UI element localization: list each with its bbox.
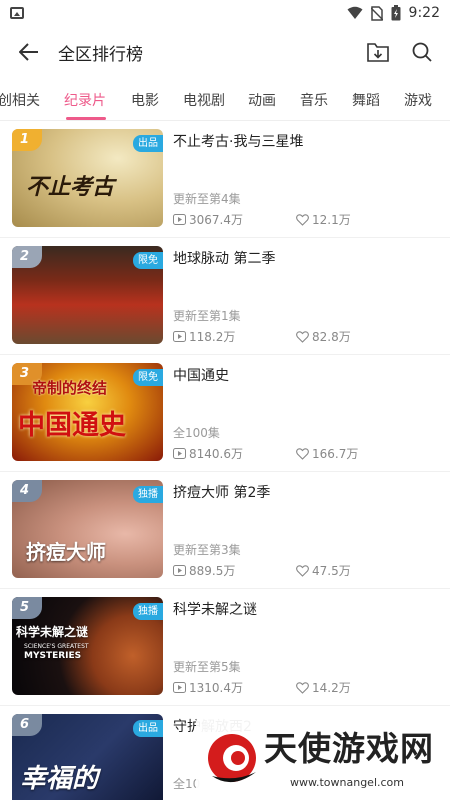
category-tabs: 创相关 纪录片 电影 电视剧 动画 音乐 舞蹈 游戏 — [0, 84, 450, 120]
thumbnail-caption: 幸福的 — [20, 764, 99, 794]
view-count-value: 1310.4万 — [189, 681, 243, 695]
list-item[interactable]: 5 独播 科学未解之谜 SCIENCE'S GREATEST MYSTERIES… — [0, 589, 450, 706]
like-count: 12.1万 — [296, 211, 351, 228]
thumbnail: 4 独播 挤痘大师 — [12, 480, 163, 578]
status-badge: 限免 — [133, 369, 163, 386]
wifi-icon — [347, 6, 363, 19]
like-count-value: 47.5万 — [312, 564, 351, 578]
like-count: 82.8万 — [296, 328, 351, 345]
download-button[interactable] — [356, 30, 400, 74]
view-count: 1310.4万 — [173, 679, 243, 696]
heart-icon — [296, 330, 309, 343]
thumbnail-subcaption: MYSTERIES — [24, 651, 82, 661]
heart-icon — [296, 681, 309, 694]
thumbnail: 6 出品 幸福的 — [12, 714, 163, 800]
view-count-value: 118.2万 — [189, 330, 236, 344]
page-title: 全区排行榜 — [58, 44, 143, 65]
view-count: 3067.4万 — [173, 211, 243, 228]
status-badge: 出品 — [133, 135, 163, 152]
tab-documentary[interactable]: 纪录片 — [64, 90, 106, 110]
search-icon — [412, 42, 432, 62]
thumbnail-caption: 科学未解之谜 — [16, 625, 89, 639]
heart-icon — [296, 447, 309, 460]
view-count-value: 889.5万 — [189, 564, 236, 578]
thumbnail-caption: 中国通史 — [18, 410, 126, 441]
item-title: 地球脉动 第二季 — [173, 251, 276, 267]
item-title: 不止考古·我与三星堆 — [173, 134, 304, 150]
watermark: 天使游戏网 www.townangel.com — [196, 716, 450, 800]
rank-badge: 1 — [12, 129, 42, 151]
update-status: 全100集 — [173, 426, 220, 440]
watermark-url: www.townangel.com — [290, 776, 404, 789]
thumbnail: 2 限免 — [12, 246, 163, 344]
image-icon — [10, 7, 24, 19]
rank-badge: 4 — [12, 480, 42, 502]
thumbnail-caption: 不止考古 — [26, 175, 115, 200]
update-status: 更新至第3集 — [173, 543, 241, 557]
status-badge: 独播 — [133, 603, 163, 620]
status-badge: 限免 — [133, 252, 163, 269]
rank-badge: 2 — [12, 246, 42, 268]
like-count-value: 166.7万 — [312, 447, 359, 461]
search-button[interactable] — [400, 30, 444, 74]
rank-badge: 6 — [12, 714, 42, 736]
view-count-value: 3067.4万 — [189, 213, 243, 227]
thumbnail-subcaption: SCIENCE'S GREATEST — [24, 643, 89, 650]
like-count: 47.5万 — [296, 562, 351, 579]
status-badge: 出品 — [133, 720, 163, 737]
header: 全区排行榜 — [0, 30, 450, 74]
list-item[interactable]: 4 独播 挤痘大师 挤痘大师 第2季 更新至第3集 889.5万 47.5万 — [0, 472, 450, 589]
thumbnail-subcaption: 帝制的终结 — [32, 379, 108, 397]
item-title: 中国通史 — [173, 368, 229, 384]
tab-tv[interactable]: 电视剧 — [183, 90, 225, 110]
tab-movie[interactable]: 电影 — [131, 90, 159, 110]
thumbnail: 3 限免 帝制的终结 中国通史 — [12, 363, 163, 461]
item-title: 科学未解之谜 — [173, 602, 257, 618]
play-icon — [173, 682, 186, 693]
status-badge: 独播 — [133, 486, 163, 503]
play-icon — [173, 448, 186, 459]
rank-badge: 5 — [12, 597, 42, 619]
list-item[interactable]: 3 限免 帝制的终结 中国通史 中国通史 全100集 8140.6万 166.7… — [0, 355, 450, 472]
tab-music[interactable]: 音乐 — [300, 90, 328, 110]
heart-icon — [296, 213, 309, 226]
tab-chuang[interactable]: 创相关 — [0, 90, 40, 110]
thumbnail: 5 独播 科学未解之谜 SCIENCE'S GREATEST MYSTERIES — [12, 597, 163, 695]
tab-dance[interactable]: 舞蹈 — [352, 90, 380, 110]
view-count: 118.2万 — [173, 328, 235, 345]
battery-icon — [391, 5, 401, 21]
update-status: 更新至第4集 — [173, 192, 241, 206]
no-sim-icon — [370, 5, 383, 21]
update-status: 更新至第5集 — [173, 660, 241, 674]
play-icon — [173, 331, 186, 342]
status-time: 9:22 — [408, 5, 440, 21]
status-bar: 9:22 — [0, 0, 450, 26]
watermark-logo — [208, 734, 256, 783]
like-count: 14.2万 — [296, 679, 351, 696]
watermark-text: 天使游戏网 — [264, 729, 434, 768]
heart-icon — [296, 564, 309, 577]
item-title: 挤痘大师 第2季 — [173, 485, 271, 501]
back-arrow-icon — [19, 43, 38, 61]
tab-game[interactable]: 游戏 — [404, 90, 432, 110]
like-count: 166.7万 — [296, 445, 358, 462]
thumbnail: 1 出品 不止考古 — [12, 129, 163, 227]
view-count: 889.5万 — [173, 562, 235, 579]
view-count-value: 8140.6万 — [189, 447, 243, 461]
tab-animation[interactable]: 动画 — [248, 90, 276, 110]
play-icon — [173, 214, 186, 225]
update-status: 更新至第1集 — [173, 309, 241, 323]
play-icon — [173, 565, 186, 576]
thumbnail-caption: 挤痘大师 — [26, 540, 106, 564]
like-count-value: 12.1万 — [312, 213, 351, 227]
list-item[interactable]: 1 出品 不止考古 不止考古·我与三星堆 更新至第4集 3067.4万 12.1… — [0, 121, 450, 238]
like-count-value: 82.8万 — [312, 330, 351, 344]
view-count: 8140.6万 — [173, 445, 243, 462]
back-button[interactable] — [0, 30, 58, 74]
download-icon — [367, 43, 389, 62]
list-item[interactable]: 2 限免 地球脉动 第二季 更新至第1集 118.2万 82.8万 — [0, 238, 450, 355]
like-count-value: 14.2万 — [312, 681, 351, 695]
